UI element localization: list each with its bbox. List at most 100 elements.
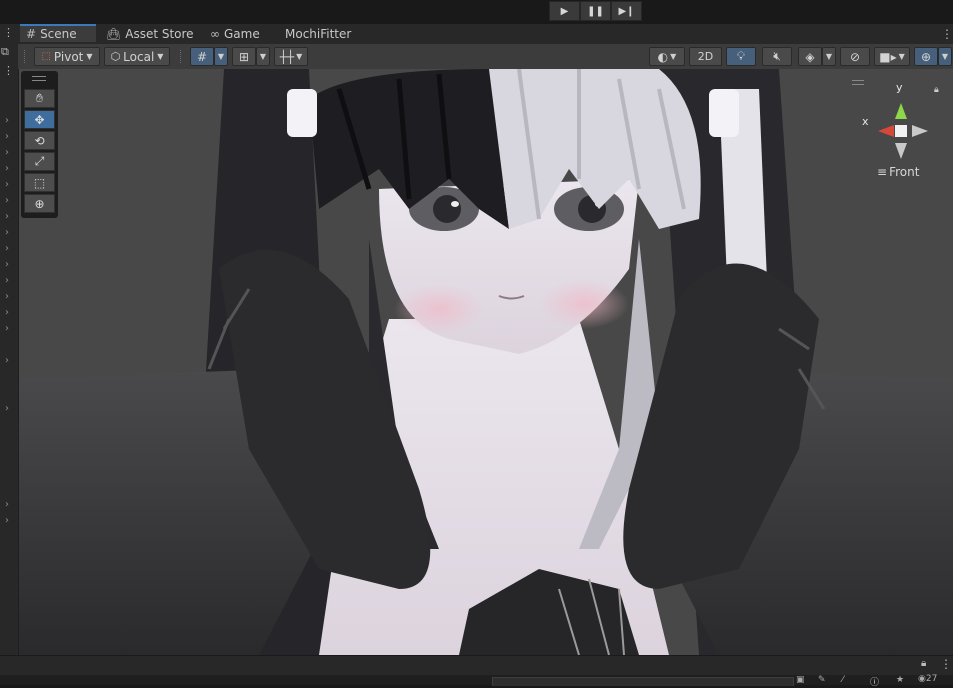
- brush-icon[interactable]: ✎: [818, 675, 826, 685]
- toolbar-separator: [180, 50, 183, 63]
- expand-chevron-icon[interactable]: ›: [5, 228, 9, 238]
- tab-mochifitter[interactable]: MochiFitter: [285, 24, 351, 44]
- grid-snap-dropdown[interactable]: ▼: [214, 47, 228, 66]
- layers-icon: ◈: [805, 49, 815, 64]
- gizmos-toggle[interactable]: ⊕: [914, 47, 938, 66]
- mode-2d-toggle[interactable]: 2D: [689, 47, 722, 66]
- expand-chevron-icon[interactable]: ›: [5, 500, 9, 510]
- play-button[interactable]: ▶: [549, 1, 580, 21]
- pause-icon: ❚❚: [587, 5, 604, 17]
- pivot-dropdown[interactable]: ⬚ Pivot ▼: [34, 47, 100, 66]
- kebab-menu-icon[interactable]: ⋮: [940, 657, 952, 671]
- toolbar-separator: [24, 50, 27, 63]
- grid-snap-icon: #: [196, 49, 208, 64]
- tab-scene[interactable]: # Scene: [20, 24, 96, 42]
- expand-chevron-icon[interactable]: ›: [5, 308, 9, 318]
- lock-icon[interactable]: 🔒︎: [921, 658, 926, 669]
- gizmo-y-label: y: [896, 81, 903, 94]
- expand-chevron-icon[interactable]: ›: [5, 324, 9, 334]
- hand-icon: ✋︎: [36, 91, 43, 105]
- grid-icon: #: [26, 27, 37, 41]
- move-tool-button[interactable]: ✥: [24, 110, 55, 129]
- gizmos-dropdown[interactable]: ▼: [938, 47, 952, 66]
- hand-tool-button[interactable]: ✋︎: [24, 89, 55, 108]
- local-dropdown[interactable]: ⬡ Local ▼: [104, 47, 170, 66]
- tab-game[interactable]: ∞ Game: [210, 24, 260, 44]
- shopping-bag-icon: 👜︎: [106, 27, 122, 41]
- expand-chevron-icon[interactable]: ›: [5, 132, 9, 142]
- camera-icon: ■▸: [879, 49, 897, 64]
- rotate-icon: ⟲: [34, 133, 45, 148]
- scene-toolbar: ⬚ Pivot ▼ ⬡ Local ▼ # ▼ ⊞ ▼ ┼┼ ▼ ◐ ▼ 2D 💡︎…: [18, 44, 953, 70]
- editor-tab-bar: # Scene 👜︎ Asset Store ∞ Game MochiFitte…: [18, 24, 953, 44]
- eye-off-icon: ⊘: [849, 49, 861, 64]
- gamepad-icon: ∞: [210, 27, 220, 41]
- effects-toggle[interactable]: ◈: [798, 47, 822, 66]
- chevron-down-icon: ▼: [157, 52, 164, 61]
- cube-icon: ⬡: [110, 50, 121, 63]
- panel-drag-handle[interactable]: [32, 76, 46, 81]
- tab-options-menu[interactable]: ⋮: [941, 24, 953, 44]
- expand-chevron-icon[interactable]: ›: [5, 116, 9, 126]
- expand-chevron-icon[interactable]: ›: [5, 356, 9, 366]
- step-icon: ▶❙: [618, 5, 635, 17]
- rotate-tool-button[interactable]: ⟲: [24, 131, 55, 150]
- ruler-dropdown[interactable]: ┼┼ ▼: [274, 47, 308, 66]
- camera-dropdown[interactable]: ■▸ ▼: [874, 47, 910, 66]
- gizmo-icon: ⊕: [920, 49, 932, 64]
- lighting-toggle[interactable]: 💡︎: [726, 47, 756, 66]
- scene-render: [19, 69, 953, 655]
- expand-chevron-icon[interactable]: ›: [5, 164, 9, 174]
- chevron-down-icon: ▼: [898, 52, 905, 61]
- play-toolbar: ▶ ❚❚ ▶❙: [0, 0, 953, 25]
- scale-tool-button[interactable]: ⤢: [24, 152, 55, 171]
- increment-snap-dropdown[interactable]: ▼: [256, 47, 270, 66]
- expand-chevron-icon[interactable]: ›: [5, 244, 9, 254]
- chevron-down-icon: ▼: [825, 52, 833, 61]
- pause-button[interactable]: ❚❚: [580, 1, 611, 21]
- orientation-gizmo[interactable]: 🔒︎ y x ≡ Front: [848, 77, 948, 197]
- external-window-icon[interactable]: ⧉: [1, 46, 9, 57]
- chevron-down-icon: ▼: [86, 52, 93, 61]
- snap-icon: ⊞: [238, 49, 250, 64]
- pivot-icon: ⬚: [41, 51, 51, 62]
- sphere-icon: ◐: [657, 49, 669, 64]
- chevron-down-icon: ▼: [259, 52, 267, 61]
- rect-tool-button[interactable]: ⬚: [24, 173, 55, 192]
- scene-viewport[interactable]: 🔒︎ y x ≡ Front: [19, 69, 953, 655]
- expand-chevron-icon[interactable]: ›: [5, 292, 9, 302]
- visibility-toggle[interactable]: ⊘: [840, 47, 870, 66]
- expand-chevron-icon[interactable]: ›: [5, 196, 9, 206]
- expand-chevron-icon[interactable]: ›: [5, 516, 9, 526]
- effects-dropdown[interactable]: ▼: [822, 47, 836, 66]
- expand-chevron-icon[interactable]: ›: [5, 276, 9, 286]
- chevron-down-icon: ▼: [296, 52, 303, 61]
- expand-chevron-icon[interactable]: ›: [5, 260, 9, 270]
- tab-asset-store[interactable]: 👜︎ Asset Store: [106, 24, 194, 44]
- kebab-menu-icon-2[interactable]: ⋮: [3, 65, 14, 76]
- view-label-button[interactable]: ≡ Front: [877, 165, 919, 179]
- expand-chevron-icon[interactable]: ›: [5, 404, 9, 414]
- expand-chevron-icon[interactable]: ›: [5, 148, 9, 158]
- hierarchy-collapsed-strip: ⋮ ⧉ ⋮ › › › › › › › › › › › › › › › › › …: [0, 24, 19, 655]
- visibility-counter[interactable]: ◉27: [918, 674, 937, 684]
- filter-icon[interactable]: ▣: [796, 675, 805, 685]
- kebab-menu-icon[interactable]: ⋮: [3, 27, 14, 38]
- transform-tool-button[interactable]: ⊕: [24, 194, 55, 213]
- chevron-down-icon: ▼: [941, 52, 949, 61]
- grid-snap-toggle[interactable]: #: [190, 47, 214, 66]
- hamburger-icon: ≡: [877, 165, 888, 179]
- expand-chevron-icon[interactable]: ›: [5, 212, 9, 222]
- audio-toggle[interactable]: 🔇︎: [762, 47, 792, 66]
- rect-icon: ⬚: [33, 175, 46, 190]
- star-icon[interactable]: ★: [896, 675, 904, 685]
- transform-tools-panel: ✋︎ ✥ ⟲ ⤢ ⬚ ⊕: [21, 71, 58, 218]
- bottom-panel-header: 🔒︎ ⋮: [0, 655, 953, 676]
- move-icon: ✥: [34, 112, 45, 127]
- eyedropper-icon[interactable]: ⁄: [842, 675, 844, 685]
- info-icon[interactable]: ⓘ: [870, 675, 879, 688]
- step-button[interactable]: ▶❙: [611, 1, 642, 21]
- increment-snap-toggle[interactable]: ⊞: [232, 47, 256, 66]
- shading-mode-dropdown[interactable]: ◐ ▼: [649, 47, 685, 66]
- expand-chevron-icon[interactable]: ›: [5, 180, 9, 190]
